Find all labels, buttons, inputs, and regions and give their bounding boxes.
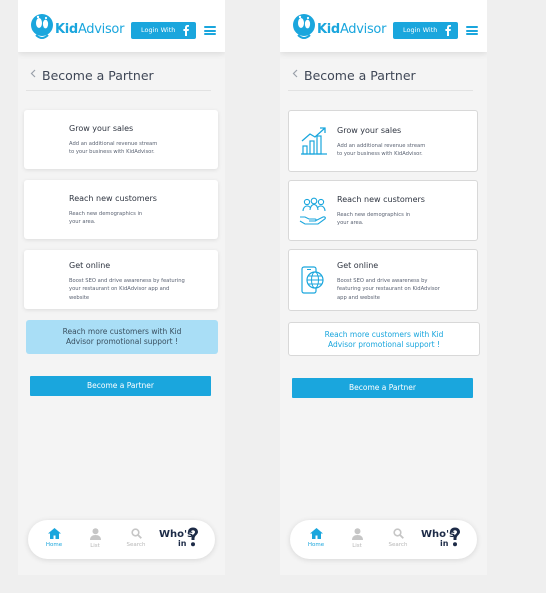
logo-footprint-icon: [31, 14, 53, 39]
nav-search[interactable]: Search: [122, 528, 150, 548]
card-title: Grow your sales: [337, 126, 402, 135]
customers-hand-icon: [299, 197, 326, 225]
home-icon: [47, 528, 61, 539]
benefit-card-get-online: Get online Boost SEO and drive awareness…: [288, 249, 478, 311]
card-title: Get online: [69, 261, 111, 270]
app-header: KidAdvisor Login With: [18, 0, 225, 52]
logo-wordmark: KidAdvisor: [317, 22, 387, 37]
chevron-left-icon[interactable]: [292, 69, 298, 78]
chevron-left-icon[interactable]: [30, 69, 36, 78]
growth-chart-icon: [301, 127, 327, 155]
login-with-facebook-button[interactable]: Login With: [131, 22, 196, 39]
page-header: Become a Partner: [288, 63, 473, 91]
user-icon: [351, 528, 363, 540]
card-title: Reach new customers: [69, 194, 157, 203]
kidadvisor-logo[interactable]: KidAdvisor: [292, 13, 386, 41]
card-title: Reach new customers: [337, 195, 425, 204]
login-label: Login With: [141, 26, 176, 34]
bottom-nav: Home List Search Who's in: [290, 520, 477, 559]
card-description: Add an additional revenue stream to your …: [337, 143, 426, 158]
login-label: Login With: [403, 26, 438, 34]
app-header: KidAdvisor Login With: [280, 0, 487, 52]
promo-banner: Reach more customers with Kid Advisor pro…: [26, 320, 218, 354]
question-mark-icon: [188, 527, 198, 547]
hamburger-menu-icon[interactable]: [204, 26, 216, 35]
become-partner-button[interactable]: Become a Partner: [30, 376, 211, 396]
question-mark-icon: [450, 527, 460, 547]
benefit-card-grow-sales: Grow your sales Add an additional revenu…: [24, 110, 218, 169]
search-icon: [130, 528, 142, 539]
online-phone-globe-icon: [301, 266, 324, 294]
kidadvisor-logo[interactable]: KidAdvisor: [30, 13, 124, 41]
phone-screen-right: KidAdvisor Login With Become a Partner G…: [280, 0, 487, 575]
card-title: Grow your sales: [69, 124, 134, 133]
benefit-card-reach-customers: Reach new customers Reach new demographi…: [24, 180, 218, 239]
hamburger-menu-icon[interactable]: [466, 26, 478, 35]
nav-search[interactable]: Search: [384, 528, 412, 548]
nav-list[interactable]: List: [81, 528, 109, 549]
promo-banner: Reach more customers with Kid Advisor pro…: [288, 322, 480, 356]
nav-list[interactable]: List: [343, 528, 371, 549]
benefit-card-get-online: Get online Boost SEO and drive awareness…: [24, 250, 218, 309]
logo-wordmark: KidAdvisor: [55, 22, 125, 37]
card-description: Boost SEO and drive awareness by featuri…: [69, 278, 185, 301]
page-title: Become a Partner: [304, 68, 416, 83]
benefit-card-grow-sales: Grow your sales Add an additional revenu…: [288, 110, 478, 172]
facebook-icon: [445, 25, 451, 36]
benefit-card-reach-customers: Reach new customers Reach new demographi…: [288, 180, 478, 241]
nav-home[interactable]: Home: [40, 528, 68, 548]
user-icon: [89, 528, 101, 540]
phone-screen-left: KidAdvisor Login With Become a Partner G…: [18, 0, 225, 575]
card-description: Boost SEO and drive awareness by featurin…: [337, 278, 440, 301]
page-title: Become a Partner: [42, 68, 154, 83]
logo-footprint-icon: [293, 14, 315, 39]
bottom-nav: Home List Search Who's in: [28, 520, 215, 559]
card-title: Get online: [337, 261, 379, 270]
nav-home[interactable]: Home: [302, 528, 330, 548]
card-description: Reach new demographics in your area.: [69, 211, 143, 226]
login-with-facebook-button[interactable]: Login With: [393, 22, 458, 39]
home-icon: [309, 528, 323, 539]
card-description: Add an additional revenue stream to your …: [69, 141, 158, 156]
search-icon: [392, 528, 404, 539]
card-description: Reach new demographics in your area.: [337, 212, 411, 227]
become-partner-button[interactable]: Become a Partner: [292, 378, 473, 398]
facebook-icon: [183, 25, 189, 36]
page-header: Become a Partner: [26, 63, 211, 91]
